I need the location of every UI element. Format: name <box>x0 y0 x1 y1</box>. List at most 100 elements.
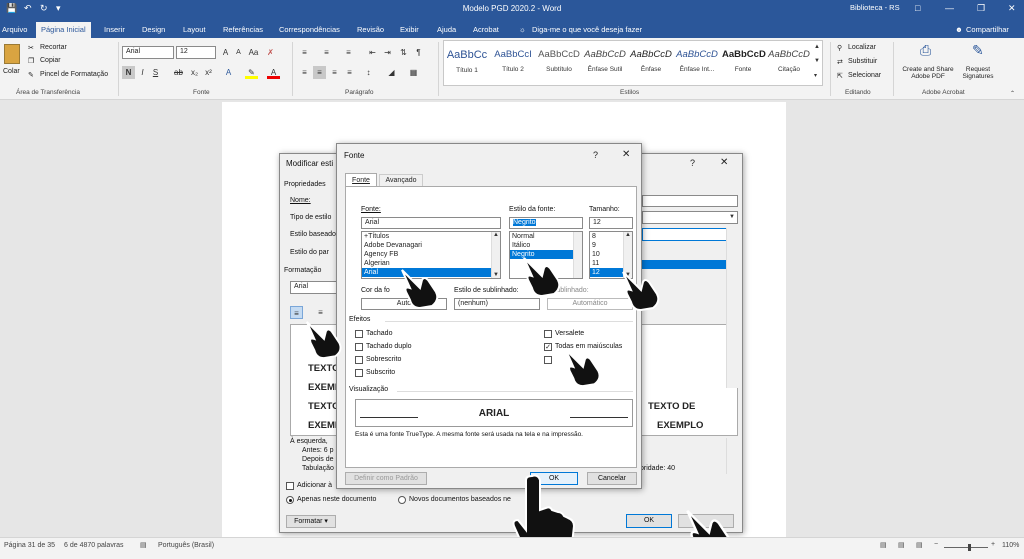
close-icon[interactable]: ✕ <box>720 157 728 168</box>
show-marks-icon[interactable]: ¶ <box>412 46 425 59</box>
tab-avancado[interactable]: Avançado <box>379 174 423 186</box>
paste-icon[interactable] <box>4 44 20 64</box>
tab-correspondencias[interactable]: Correspondências <box>279 25 340 34</box>
redo-icon[interactable]: ↻ <box>40 3 48 14</box>
ribbon-options-icon[interactable]: □ <box>915 3 920 13</box>
sort-icon[interactable]: ⇅ <box>397 46 410 59</box>
based-on-select[interactable]: ▼ <box>642 228 738 241</box>
select-button[interactable]: Selecionar <box>848 72 881 79</box>
copy-button[interactable]: Copiar <box>40 57 61 64</box>
tell-me-input[interactable]: Diga-me o que você deseja fazer <box>532 25 642 34</box>
add-gallery-checkbox[interactable] <box>286 482 294 490</box>
maximize-icon[interactable]: ❐ <box>977 3 985 14</box>
print-layout-icon[interactable]: ▤ <box>898 541 905 549</box>
collapse-ribbon-icon[interactable]: ⌃ <box>1010 90 1015 97</box>
font-style-item[interactable]: Itálico <box>510 241 582 250</box>
highlight-icon[interactable]: ✎ <box>245 66 258 79</box>
grow-font-icon[interactable]: A <box>219 46 232 59</box>
font-name-input[interactable]: Arial <box>122 46 174 59</box>
close-icon[interactable]: ✕ <box>1008 3 1016 14</box>
close-icon[interactable]: ✕ <box>622 149 630 160</box>
tab-arquivo[interactable]: Arquivo <box>2 25 27 34</box>
increase-indent-icon[interactable]: ⇥ <box>381 46 394 59</box>
style-enfase-intensa[interactable]: AaBbCcD Ênfase Int... <box>676 43 718 83</box>
tab-design[interactable]: Design <box>142 25 165 34</box>
undo-icon[interactable]: ↶ <box>24 3 32 14</box>
create-pdf-button[interactable]: Create and Share Adobe PDF <box>898 66 958 80</box>
style-subtitulo[interactable]: AaBbCcD Subtítulo <box>538 43 580 83</box>
paste-label[interactable]: Colar <box>3 68 20 75</box>
font-style-item[interactable]: Normal <box>510 232 582 241</box>
line-spacing-icon[interactable]: ↕ <box>362 66 375 79</box>
page-count[interactable]: Página 31 de 35 <box>4 542 55 549</box>
font-list-scrollbar[interactable]: ▲ ▼ <box>491 232 500 278</box>
subscript-icon[interactable]: x₂ <box>188 66 201 79</box>
style-fonte[interactable]: AaBbCcD Fonte <box>722 43 766 83</box>
help-icon[interactable]: ? <box>690 158 695 168</box>
font-list-item[interactable]: Adobe Devanagari <box>362 241 500 250</box>
modify-ok-button[interactable]: OK <box>626 514 672 528</box>
strikethrough-checkbox[interactable] <box>355 330 363 338</box>
numbering-icon[interactable]: ≡ <box>320 46 333 59</box>
word-count[interactable]: 6 de 4870 palavras <box>64 542 124 549</box>
shrink-font-icon[interactable]: A <box>232 46 245 59</box>
multilevel-list-icon[interactable]: ≡ <box>342 46 355 59</box>
minimize-icon[interactable]: — <box>945 3 954 13</box>
save-icon[interactable]: 💾 <box>6 3 17 14</box>
font-color-icon[interactable]: A <box>267 66 280 79</box>
bold-icon[interactable]: N <box>122 66 135 79</box>
request-signatures-button[interactable]: Request Signatures <box>958 66 998 80</box>
font-size-input[interactable]: 12 <box>176 46 216 59</box>
align-left-icon[interactable]: ≡ <box>298 66 311 79</box>
superscript-checkbox[interactable] <box>355 356 363 364</box>
only-doc-radio[interactable] <box>286 496 294 504</box>
underline-style-select[interactable]: (nenhum) <box>454 298 540 310</box>
web-layout-icon[interactable]: ▤ <box>916 541 923 549</box>
hidden-checkbox[interactable] <box>544 356 552 364</box>
format-button[interactable]: Formatar ▾ <box>286 515 336 528</box>
tab-ajuda[interactable]: Ajuda <box>437 25 456 34</box>
font-style-input[interactable]: Negrito <box>509 217 583 229</box>
language-status[interactable]: Português (Brasil) <box>158 542 214 549</box>
zoom-slider[interactable] <box>944 544 988 551</box>
format-painter-button[interactable]: Pincel de Formatação <box>40 71 108 78</box>
double-strikethrough-checkbox[interactable] <box>355 343 363 351</box>
replace-button[interactable]: Substituir <box>848 58 877 65</box>
text-effects-icon[interactable]: A <box>222 66 235 79</box>
proofing-icon[interactable]: ▤ <box>140 541 147 549</box>
font-list-item[interactable]: +Títulos <box>362 232 500 241</box>
style-enfase[interactable]: AaBbCcD Ênfase <box>630 43 672 83</box>
font-name-input[interactable]: Arial <box>361 217 501 229</box>
tab-layout[interactable]: Layout <box>183 25 206 34</box>
borders-icon[interactable]: ▦ <box>407 66 420 79</box>
shading-icon[interactable]: ◢ <box>385 66 398 79</box>
new-docs-radio[interactable] <box>398 496 406 504</box>
help-icon[interactable]: ? <box>593 150 598 160</box>
superscript-icon[interactable]: x² <box>202 66 215 79</box>
style-citacao[interactable]: AaBbCcD Citação <box>768 43 810 83</box>
gallery-down-icon[interactable]: ▼ <box>814 58 820 64</box>
underline-icon[interactable]: S <box>149 66 162 79</box>
bullets-icon[interactable]: ≡ <box>298 46 311 59</box>
tab-fonte[interactable]: Fonte <box>345 173 377 187</box>
tab-inserir[interactable]: Inserir <box>104 25 125 34</box>
gallery-more-icon[interactable]: ▾ <box>814 72 817 79</box>
italic-icon[interactable]: I <box>136 66 149 79</box>
font-cancel-button[interactable]: Cancelar <box>587 472 637 485</box>
description-scrollbar[interactable] <box>726 438 738 474</box>
align-right-icon[interactable]: ≡ <box>328 66 341 79</box>
clear-format-icon[interactable]: ✗ <box>264 46 277 59</box>
font-size-input[interactable]: 12 <box>589 217 633 229</box>
style-titulo-2[interactable]: AaBbCcI Título 2 <box>492 43 534 83</box>
decrease-indent-icon[interactable]: ⇤ <box>366 46 379 59</box>
font-list-item[interactable]: Agency FB <box>362 250 500 259</box>
account-name[interactable]: Biblioteca - RS <box>850 3 900 12</box>
all-caps-checkbox[interactable]: ✓ <box>544 343 552 351</box>
zoom-level[interactable]: 110% <box>1002 542 1019 549</box>
style-list-scrollbar[interactable] <box>573 232 582 278</box>
cut-button[interactable]: Recortar <box>40 44 67 51</box>
set-default-button[interactable]: Definir como Padrão <box>345 472 427 485</box>
style-titulo-1[interactable]: AaBbCc Título 1 <box>446 43 488 83</box>
tab-referencias[interactable]: Referências <box>223 25 263 34</box>
tab-revisao[interactable]: Revisão <box>357 25 384 34</box>
